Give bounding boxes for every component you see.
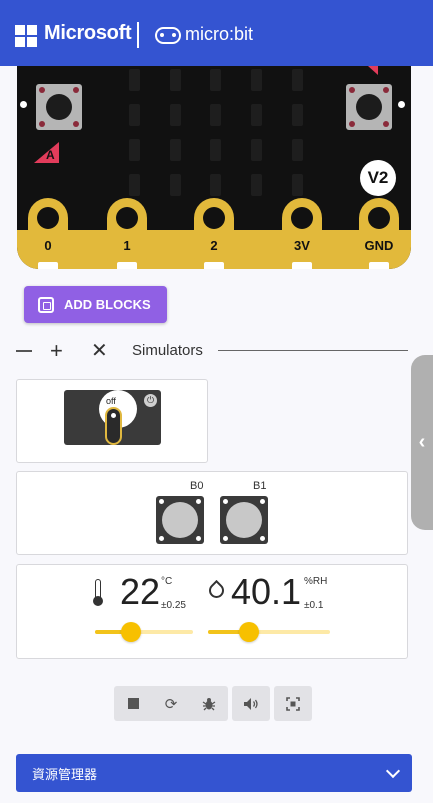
control-group-run: ⟳	[114, 686, 228, 721]
board-indicator-left	[20, 101, 27, 108]
control-group-audio	[232, 686, 270, 721]
button-a[interactable]	[36, 84, 82, 130]
led[interactable]	[251, 69, 262, 91]
led[interactable]	[210, 174, 221, 196]
debug-button[interactable]	[190, 686, 228, 721]
pin-label: 1	[123, 238, 131, 253]
led[interactable]	[170, 69, 181, 91]
add-blocks-label: ADD BLOCKS	[64, 297, 151, 312]
pin-label: 2	[210, 238, 218, 253]
simulators-title: Simulators	[132, 342, 203, 359]
led[interactable]	[210, 69, 221, 91]
led[interactable]	[210, 139, 221, 161]
extension-icon	[38, 296, 54, 313]
switch-state-label: off	[106, 396, 116, 406]
mute-button[interactable]	[232, 686, 270, 721]
led[interactable]	[129, 104, 140, 126]
divider	[218, 350, 408, 351]
stop-button[interactable]	[114, 686, 152, 721]
led[interactable]	[170, 174, 181, 196]
app-header: Microsoft micro:bit	[0, 0, 433, 66]
switch-knob[interactable]	[105, 407, 122, 445]
thermometer-icon	[93, 579, 103, 607]
button-b0[interactable]	[156, 496, 204, 544]
pin-label: 0	[44, 238, 52, 253]
led[interactable]	[170, 104, 181, 126]
stop-icon	[127, 698, 139, 709]
led[interactable]	[129, 139, 140, 161]
humidity-slider[interactable]	[208, 622, 330, 642]
led[interactable]	[251, 139, 262, 161]
humidity-slider-thumb[interactable]	[239, 622, 260, 642]
explorer-label: 資源管理器	[32, 766, 98, 782]
pin-notch	[292, 262, 312, 269]
version-badge: V2	[360, 160, 396, 196]
humidity-value: 40.1	[231, 571, 302, 612]
microbit-board-simulator[interactable]: A V2 0 1 2 3V GND	[17, 66, 411, 269]
button-b1-label: B1	[253, 480, 267, 492]
led[interactable]	[129, 174, 140, 196]
temperature-slider[interactable]	[95, 622, 193, 642]
board-indicator-right	[398, 101, 405, 108]
explorer-toggle[interactable]: 資源管理器	[16, 754, 412, 792]
microbit-brand[interactable]: micro:bit	[185, 24, 253, 45]
power-icon[interactable]: ⏻	[144, 394, 157, 407]
microsoft-brand[interactable]: Microsoft	[44, 22, 132, 45]
humidity-tolerance: ±0.1	[304, 600, 324, 611]
pin-notch	[117, 262, 137, 269]
microbit-logo-icon	[155, 27, 181, 44]
button-a-label: A	[46, 148, 55, 162]
fullscreen-button[interactable]	[274, 686, 312, 721]
temperature-value: 22	[120, 571, 161, 612]
pin-notch	[204, 262, 224, 269]
temperature-unit: °C	[161, 576, 173, 587]
collapse-simulator-handle[interactable]: ‹	[411, 355, 433, 530]
restart-button[interactable]: ⟳	[152, 686, 190, 721]
control-group-view	[274, 686, 312, 721]
temperature-tolerance: ±0.25	[161, 600, 186, 611]
header-divider	[137, 22, 139, 48]
switch-simulator-card: off ⏻	[16, 379, 208, 463]
button-b[interactable]	[346, 84, 392, 130]
humidity-drop-icon	[205, 579, 228, 602]
fullscreen-icon	[286, 696, 300, 711]
led[interactable]	[292, 69, 303, 91]
add-blocks-button[interactable]: ADD BLOCKS	[24, 286, 167, 323]
simulators-toolbar: + ✕ Simulators	[16, 340, 408, 362]
temperature-slider-thumb[interactable]	[121, 622, 142, 642]
restart-icon: ⟳	[164, 695, 178, 713]
pin-notch	[369, 262, 389, 269]
chevron-left-icon: ‹	[418, 431, 426, 453]
mute-icon	[244, 697, 258, 710]
microsoft-logo-icon	[15, 25, 37, 47]
led[interactable]	[292, 104, 303, 126]
led[interactable]	[129, 69, 140, 91]
minimize-icon[interactable]	[16, 350, 32, 352]
edge-buttons-card: B0 B1	[16, 471, 408, 555]
slide-switch[interactable]: off ⏻	[64, 390, 161, 445]
button-b-marker	[368, 66, 378, 75]
button-b0-label: B0	[190, 480, 204, 492]
humidity-unit: %RH	[304, 576, 328, 587]
environment-sensor-card: 22 °C ±0.25 40.1 %RH ±0.1	[16, 564, 408, 659]
pin-label: GND	[364, 238, 394, 253]
led[interactable]	[170, 139, 181, 161]
led[interactable]	[210, 104, 221, 126]
pin-label: 3V	[294, 238, 310, 253]
led[interactable]	[292, 139, 303, 161]
add-icon[interactable]: +	[50, 340, 63, 362]
chevron-down-icon	[385, 763, 401, 779]
pin-notch	[38, 262, 58, 269]
simulator-controls: ⟳	[114, 686, 312, 721]
led[interactable]	[292, 174, 303, 196]
led[interactable]	[251, 104, 262, 126]
button-b1[interactable]	[220, 496, 268, 544]
debug-icon	[202, 697, 216, 710]
close-icon[interactable]: ✕	[91, 340, 108, 362]
led[interactable]	[251, 174, 262, 196]
